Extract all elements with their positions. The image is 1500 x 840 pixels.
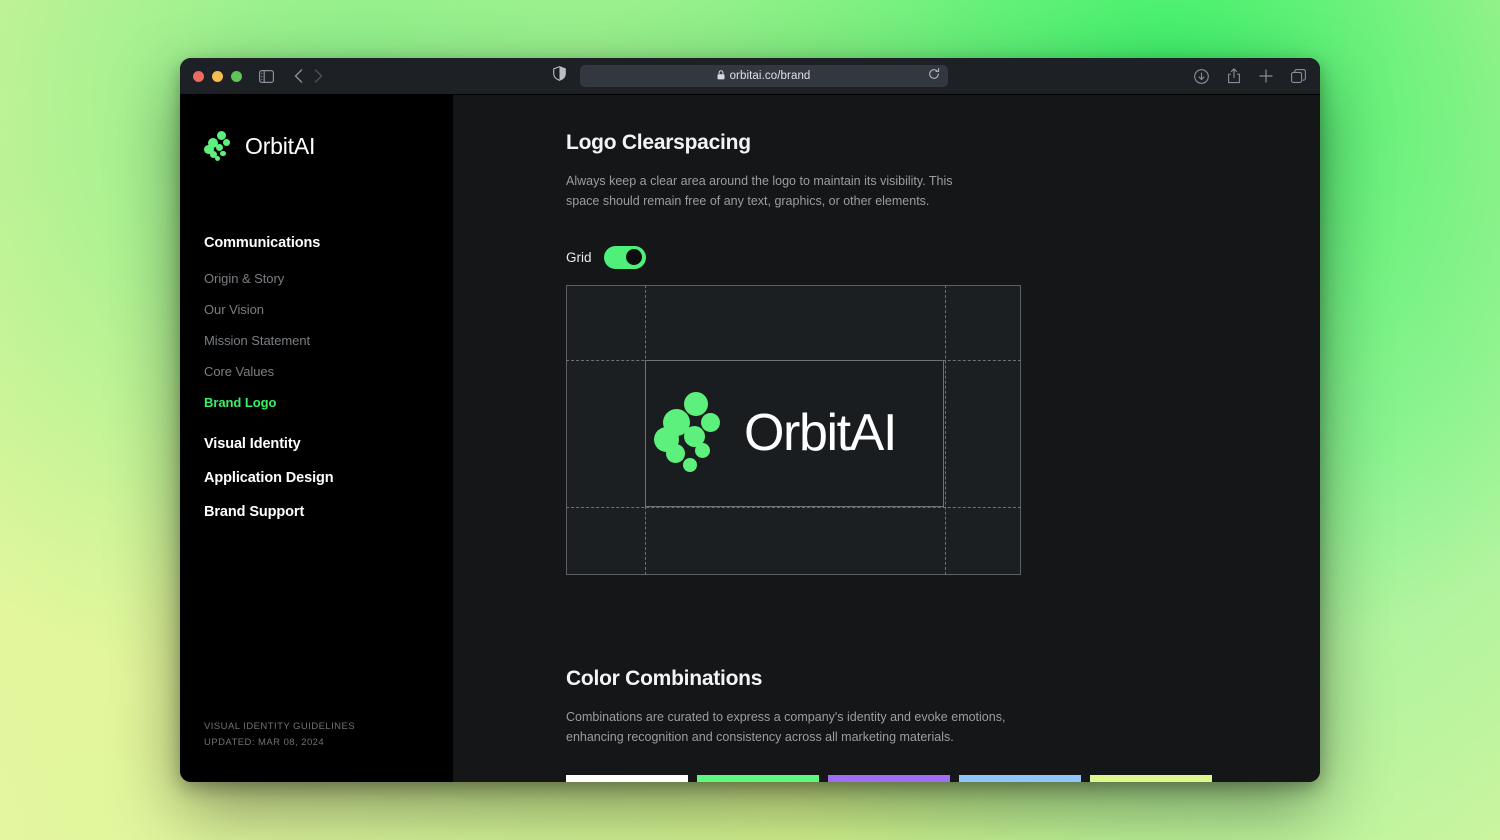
- window-controls: [193, 70, 242, 82]
- orbit-logo-icon: [654, 392, 728, 474]
- navigation-arrows: [294, 69, 323, 83]
- sidebar: OrbitAI Communications Origin & Story Ou…: [180, 95, 453, 782]
- browser-titlebar: orbitai.co/brand: [180, 58, 1320, 95]
- toolbar-right-icons: [1194, 68, 1306, 84]
- sidebar-toggle-icon[interactable]: [259, 69, 274, 83]
- minimize-window-button[interactable]: [212, 70, 223, 82]
- color-swatch-green[interactable]: [697, 775, 819, 782]
- color-combinations-section: Color Combinations Combinations are cura…: [566, 666, 1320, 782]
- brand-name: OrbitAI: [245, 132, 316, 159]
- logo-safe-area-box: OrbitAI: [645, 359, 944, 507]
- grid-toggle-label: Grid: [566, 249, 592, 265]
- sidebar-group-communications: Communications: [204, 235, 321, 251]
- orbit-logo-icon: [204, 131, 234, 161]
- sidebar-footer: VISUAL IDENTITY GUIDELINES UPDATED: MAR …: [204, 719, 355, 752]
- url-text: orbitai.co/brand: [729, 70, 811, 82]
- forward-button-icon[interactable]: [314, 69, 323, 83]
- logo-wordmark: OrbitAI: [744, 404, 897, 462]
- browser-window: orbitai.co/brand OrbitAI Communications …: [180, 58, 1320, 782]
- sidebar-item-visual-identity[interactable]: Visual Identity: [204, 436, 435, 452]
- maximize-window-button[interactable]: [231, 70, 242, 82]
- new-tab-icon[interactable]: [1259, 69, 1273, 83]
- lock-icon: [717, 67, 725, 85]
- page-body: OrbitAI Communications Origin & Story Ou…: [180, 95, 1320, 782]
- color-swatch-blue[interactable]: [959, 775, 1081, 782]
- color-combinations-description: Combinations are curated to express a co…: [566, 709, 1006, 744]
- color-swatch-purple[interactable]: [828, 775, 950, 782]
- color-swatch-white[interactable]: [566, 775, 688, 782]
- reload-icon[interactable]: [928, 67, 940, 85]
- grid-toggle-row: Grid: [566, 245, 1320, 269]
- brand-logo[interactable]: OrbitAI: [204, 131, 315, 161]
- color-combinations-title: Color Combinations: [566, 666, 763, 690]
- grid-toggle-knob: [625, 249, 642, 265]
- sidebar-item-our-vision[interactable]: Our Vision: [204, 302, 435, 317]
- address-bar[interactable]: orbitai.co/brand: [579, 65, 948, 87]
- download-icon[interactable]: [1194, 68, 1209, 84]
- grid-toggle[interactable]: [603, 245, 646, 269]
- shield-icon[interactable]: [552, 66, 566, 86]
- color-swatch-list: [566, 775, 1320, 782]
- address-bar-area: orbitai.co/brand: [180, 65, 1320, 87]
- sidebar-item-core-values[interactable]: Core Values: [204, 364, 435, 379]
- sidebar-item-brand-logo[interactable]: Brand Logo: [204, 395, 435, 410]
- back-button-icon[interactable]: [294, 69, 303, 83]
- tab-overview-icon[interactable]: [1291, 68, 1306, 84]
- sidebar-item-mission-statement[interactable]: Mission Statement: [204, 333, 435, 348]
- sidebar-item-brand-support[interactable]: Brand Support: [204, 504, 435, 520]
- sidebar-item-application-design[interactable]: Application Design: [204, 470, 435, 486]
- sidebar-item-origin-story[interactable]: Origin & Story: [204, 271, 435, 286]
- logo-lockup: OrbitAI: [646, 361, 943, 506]
- close-window-button[interactable]: [193, 70, 204, 82]
- page-title: Logo Clearspacing: [566, 131, 751, 154]
- sidebar-nav: Communications Origin & Story Our Vision…: [204, 235, 435, 520]
- footer-updated-label: UPDATED: MAR 08, 2024: [204, 737, 325, 749]
- share-icon[interactable]: [1227, 68, 1241, 84]
- clearspacing-description: Always keep a clear area around the logo…: [566, 174, 953, 209]
- grid-guide-vertical-right: [945, 284, 946, 575]
- grid-guide-horizontal-bottom: [566, 506, 1021, 508]
- footer-guidelines-label: VISUAL IDENTITY GUIDELINES: [204, 720, 356, 732]
- color-swatch-lime[interactable]: [1090, 775, 1212, 782]
- logo-clearspacing-diagram: OrbitAI: [566, 284, 1021, 575]
- main-content: Logo Clearspacing Always keep a clear ar…: [453, 95, 1320, 782]
